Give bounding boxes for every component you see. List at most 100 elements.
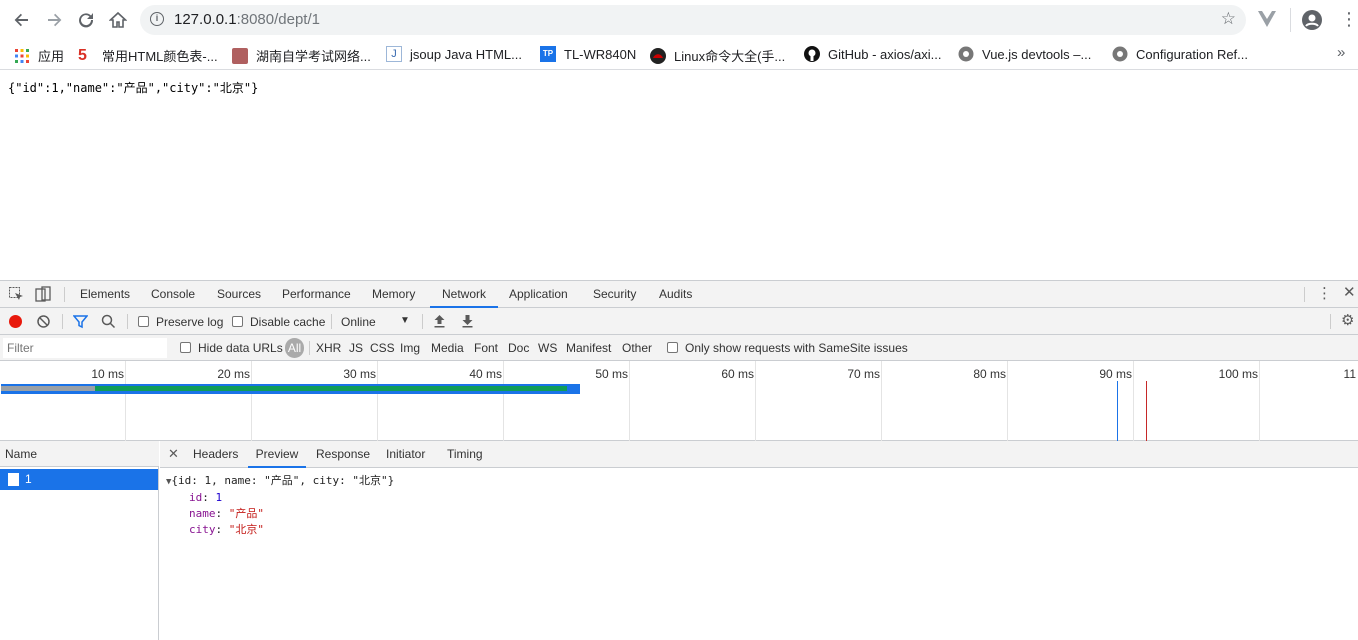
device-toggle-icon[interactable] [35,286,51,305]
profile-avatar-icon[interactable] [1302,10,1322,33]
tab-divider [64,287,65,302]
tab-sources[interactable]: Sources [217,281,261,308]
site-info-icon[interactable]: i [150,12,164,26]
property-value: "北京" [228,523,264,536]
tab-audits[interactable]: Audits [659,281,692,308]
devtools-menu-icon[interactable]: ⋮ [1317,286,1332,302]
close-detail-icon[interactable]: ✕ [168,447,179,460]
url-text[interactable]: 127.0.0.1:8080/dept/1 [174,11,320,28]
address-bar[interactable]: i 127.0.0.1:8080/dept/1 ☆ [140,5,1246,35]
bookmark-jsoup[interactable]: J jsoup Java HTML... [386,46,522,62]
name-column-header[interactable]: Name [0,441,159,467]
timeline-tick: 80 ms [973,367,1006,381]
preview-property: id: 1 [189,491,223,504]
tp-link-icon: TP [540,46,556,62]
hide-data-urls-checkbox[interactable] [180,342,191,353]
filter-type-xhr[interactable]: XHR [316,341,341,355]
tab-timing[interactable]: Timing [447,441,483,468]
gridline [629,361,630,441]
filter-type-ws[interactable]: WS [538,341,557,355]
preserve-log-checkbox[interactable] [138,316,149,327]
gridline [1259,361,1260,441]
samesite-label: Only show requests with SameSite issues [685,341,908,355]
preview-summary: {id: 1, name: "产品", city: "北京"} [171,474,395,487]
bookmark-configuration[interactable]: Configuration Ref... [1112,46,1248,62]
toolbar-divider [1290,8,1291,32]
back-icon[interactable] [10,8,34,32]
preview-property: city: "北京" [189,523,264,536]
filter-divider [309,341,310,355]
property-value: 1 [215,491,223,504]
tab-application[interactable]: Application [509,281,568,308]
search-icon[interactable] [101,314,116,332]
tab-performance[interactable]: Performance [282,281,351,308]
disable-cache-checkbox[interactable] [232,316,243,327]
bookmark-apps[interactable]: 应用 [14,46,64,65]
home-icon[interactable] [106,8,130,32]
close-devtools-icon[interactable]: ✕ [1343,285,1356,301]
tab-security[interactable]: Security [593,281,636,308]
filter-type-doc[interactable]: Doc [508,341,529,355]
preserve-log-label: Preserve log [156,315,224,329]
filter-type-media[interactable]: Media [431,341,464,355]
page-json-content: {"id":1,"name":"产品","city":"北京"} [8,81,259,95]
preview-root[interactable]: ▼{id: 1, name: "产品", city: "北京"} [166,473,394,490]
browser-toolbar: i 127.0.0.1:8080/dept/1 ☆ ⋮ [0,0,1358,40]
import-har-icon[interactable] [433,314,446,331]
menu-kebab-icon[interactable]: ⋮ [1340,10,1358,28]
throttle-select[interactable]: Online [341,315,376,329]
bookmark-label: Configuration Ref... [1136,46,1249,62]
bookmark-star-icon[interactable]: ☆ [1221,9,1236,29]
tab-initiator[interactable]: Initiator [386,441,425,468]
export-har-icon[interactable] [461,314,474,331]
bookmark-html-colors[interactable]: 5 常用HTML颜色表-... [78,46,218,65]
json-preview-tree: ▼{id: 1, name: "产品", city: "北京"} id: 1 n… [166,473,394,538]
tab-console[interactable]: Console [151,281,195,308]
filter-type-css[interactable]: CSS [370,341,395,355]
filter-type-font[interactable]: Font [474,341,498,355]
property-value: "产品" [228,507,264,520]
bookmark-label: 湖南自学考试网络... [256,49,371,64]
bookmark-github[interactable]: GitHub - axios/axi... [804,46,941,62]
tab-network[interactable]: Network [430,281,498,308]
timeline-tick: 50 ms [595,367,628,381]
bookmark-hunan[interactable]: 湖南自学考试网络... [232,46,371,65]
filter-type-all[interactable]: All [285,338,304,358]
clear-icon[interactable] [37,315,50,331]
filter-icon[interactable] [72,314,89,332]
tab-preview[interactable]: Preview [248,441,306,468]
reload-icon[interactable] [74,8,98,32]
bookmark-vue-devtools[interactable]: Vue.js devtools –... [958,46,1091,62]
samesite-checkbox[interactable] [667,342,678,353]
filter-type-manifest[interactable]: Manifest [566,341,611,355]
dom-content-loaded-marker [1117,381,1118,441]
filter-type-other[interactable]: Other [622,341,652,355]
apps-grid-icon [14,48,30,64]
filter-type-img[interactable]: Img [400,341,420,355]
filter-input[interactable] [3,338,167,358]
chevron-down-icon[interactable]: ▼ [400,315,410,326]
tab-elements[interactable]: Elements [80,281,130,308]
timeline-tick: 100 ms [1218,367,1258,381]
request-waterfall-bar[interactable] [1,384,580,394]
timeline-tick: 90 ms [1099,367,1132,381]
bookmark-linux[interactable]: Linux命令大全(手... [650,46,785,65]
record-icon[interactable] [9,315,22,328]
bookmark-tplink[interactable]: TP TL-WR840N [540,46,636,62]
timeline-tick: 20 ms [217,367,250,381]
network-settings-gear-icon[interactable]: ⚙ [1341,313,1354,329]
bookmarks-bar: 应用 5 常用HTML颜色表-... 湖南自学考试网络... J jsoup J… [0,40,1358,70]
tab-response[interactable]: Response [316,441,370,468]
filter-type-js[interactable]: JS [349,341,363,355]
load-event-marker [1146,381,1147,441]
request-row[interactable]: 1 [0,469,158,490]
extension-vue-icon[interactable] [1258,11,1276,30]
tab-memory[interactable]: Memory [372,281,415,308]
bookmarks-overflow-icon[interactable]: » [1337,44,1345,61]
forward-icon[interactable] [42,8,66,32]
inspect-element-icon[interactable] [9,287,24,305]
site-j-icon: J [386,46,402,62]
tab-divider [1304,287,1305,302]
tab-headers[interactable]: Headers [193,441,238,468]
toolbar-divider [127,314,128,329]
